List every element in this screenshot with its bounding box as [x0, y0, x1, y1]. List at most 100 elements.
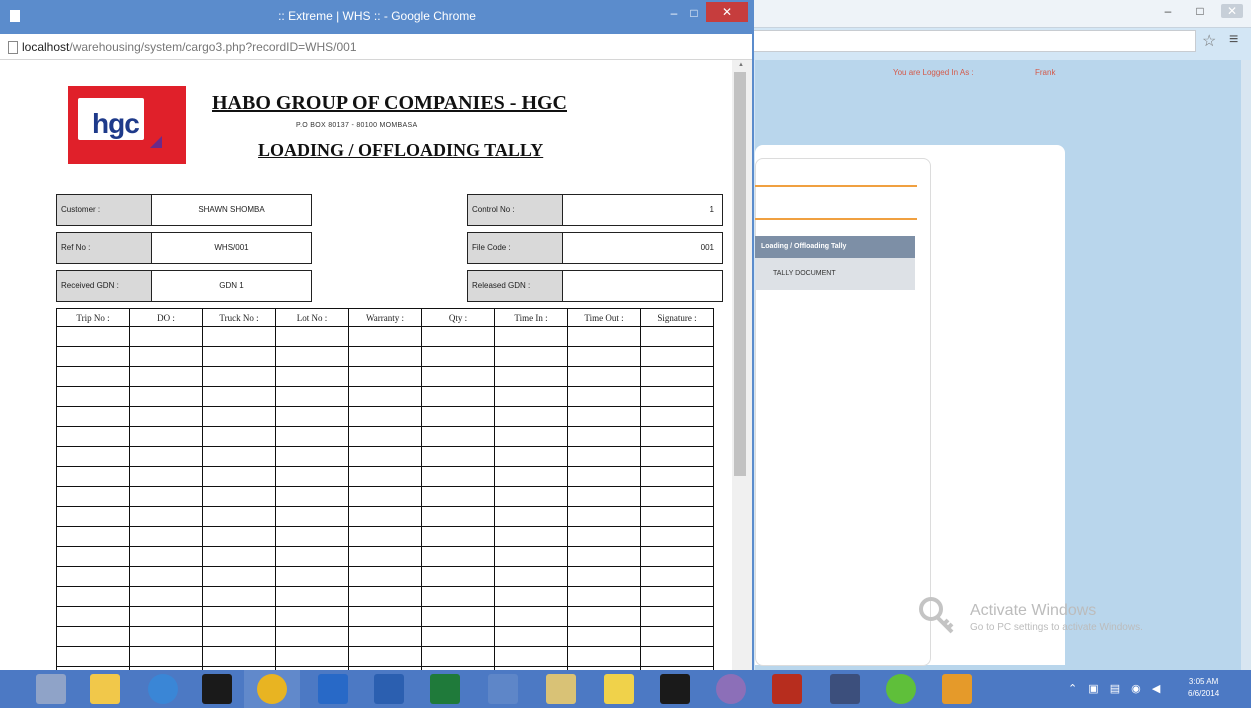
outlook-icon[interactable]: [318, 674, 348, 704]
table-cell: [494, 586, 568, 607]
sidebar-menu-header: Loading / Offloading Tally: [755, 236, 915, 258]
table-cell: [421, 346, 495, 367]
table-cell: [275, 646, 349, 667]
table-cell: [202, 366, 276, 387]
table-cell: [275, 406, 349, 427]
scrollbar-thumb[interactable]: [734, 72, 746, 476]
popup-browser-window: :: Extreme | WHS :: - Google Chrome – □ …: [0, 0, 754, 672]
command-prompt-icon[interactable]: [202, 674, 232, 704]
table-cell: [129, 646, 203, 667]
minimize-button[interactable]: –: [664, 6, 684, 24]
close-button[interactable]: ✕: [1221, 4, 1243, 18]
table-cell: [640, 366, 714, 387]
taskbar-clock[interactable]: 3:05 AM 6/6/2014: [1188, 676, 1219, 700]
table-cell: [202, 386, 276, 407]
maximize-button[interactable]: □: [684, 6, 704, 24]
released-gdn-value: [562, 270, 723, 302]
table-cell: [640, 506, 714, 527]
green-app-icon[interactable]: [886, 674, 916, 704]
url-text[interactable]: localhost/warehousing/system/cargo3.php?…: [22, 40, 357, 54]
table-cell: [567, 386, 641, 407]
sql-server-icon[interactable]: [830, 674, 860, 704]
table-cell: [202, 486, 276, 507]
filezilla-icon[interactable]: [772, 674, 802, 704]
table-cell: [567, 346, 641, 367]
table-cell: [202, 566, 276, 587]
table-cell: [421, 626, 495, 647]
table-cell: [202, 446, 276, 467]
table-cell: [129, 566, 203, 587]
paint-tool-icon[interactable]: [546, 674, 576, 704]
folder-icon[interactable]: [90, 674, 120, 704]
table-cell: [202, 606, 276, 627]
table-cell: [567, 406, 641, 427]
column-header-do: DO :: [129, 308, 203, 327]
scroll-up-arrow-icon[interactable]: ▲: [738, 62, 744, 68]
table-row: [56, 426, 714, 447]
table-row: [56, 586, 714, 607]
table-cell: [202, 586, 276, 607]
table-cell: [129, 626, 203, 647]
column-header-trip-no: Trip No :: [56, 308, 130, 327]
table-cell: [56, 446, 130, 467]
bookmark-star-icon[interactable]: ☆: [1202, 31, 1216, 51]
table-cell: [348, 386, 422, 407]
browser-icon[interactable]: [716, 674, 746, 704]
column-header-qty: Qty :: [421, 308, 495, 327]
table-cell: [348, 406, 422, 427]
popup-scrollbar[interactable]: ▲: [732, 60, 752, 672]
sidebar-item-tally-document[interactable]: TALLY DOCUMENT: [755, 258, 915, 290]
url-path: /warehousing/system/cargo3.php?recordID=…: [69, 40, 357, 54]
url-bar[interactable]: localhost/warehousing/system/cargo3.php?…: [0, 34, 752, 60]
table-cell: [640, 626, 714, 647]
system-tray-icons[interactable]: ⌃ ▣ ▤ ◉ ◀: [1068, 682, 1164, 695]
background-address-bar[interactable]: [750, 30, 1196, 52]
file-explorer-library-icon[interactable]: [36, 674, 66, 704]
word-icon[interactable]: [374, 674, 404, 704]
chrome-icon[interactable]: [257, 674, 287, 704]
table-cell: [202, 546, 276, 567]
internet-explorer-icon[interactable]: [148, 674, 178, 704]
table-cell: [421, 366, 495, 387]
minimize-button[interactable]: –: [1157, 4, 1179, 18]
maximize-button[interactable]: □: [1189, 4, 1211, 18]
column-header-signature: Signature :: [640, 308, 714, 327]
released-gdn-label: Released GDN :: [467, 270, 563, 302]
close-button[interactable]: ✕: [706, 2, 748, 22]
table-cell: [494, 486, 568, 507]
table-cell: [494, 566, 568, 587]
background-window-controls: – □ ✕: [1157, 4, 1243, 18]
table-cell: [275, 526, 349, 547]
sidebar-card: [755, 158, 931, 666]
table-cell: [348, 366, 422, 387]
table-cell: [348, 466, 422, 487]
background-scrollbar[interactable]: [1241, 60, 1251, 670]
task-app-icon[interactable]: [604, 674, 634, 704]
tally-document: hgc HABO GROUP OF COMPANIES - HGC P.O BO…: [0, 60, 732, 672]
chrome-menu-icon[interactable]: ≡: [1229, 31, 1238, 49]
table-cell: [640, 526, 714, 547]
table-cell: [421, 406, 495, 427]
excel-icon[interactable]: [430, 674, 460, 704]
logged-in-label: You are Logged In As :: [893, 68, 974, 77]
terminal-icon[interactable]: [660, 674, 690, 704]
table-cell: [129, 346, 203, 367]
column-header-time-in: Time In :: [494, 308, 568, 327]
ref-no-label: Ref No :: [56, 232, 152, 264]
table-cell: [567, 626, 641, 647]
table-cell: [56, 606, 130, 627]
table-cell: [202, 646, 276, 667]
table-cell: [421, 426, 495, 447]
users-app-icon[interactable]: [942, 674, 972, 704]
table-cell: [640, 426, 714, 447]
table-cell: [202, 506, 276, 527]
network-tool-icon[interactable]: [488, 674, 518, 704]
table-row: [56, 366, 714, 387]
table-cell: [56, 646, 130, 667]
table-cell: [640, 466, 714, 487]
clock-time: 3:05 AM: [1188, 677, 1219, 686]
table-cell: [129, 606, 203, 627]
table-cell: [348, 566, 422, 587]
table-cell: [348, 546, 422, 567]
document-title: LOADING / OFFLOADING TALLY: [258, 140, 544, 160]
